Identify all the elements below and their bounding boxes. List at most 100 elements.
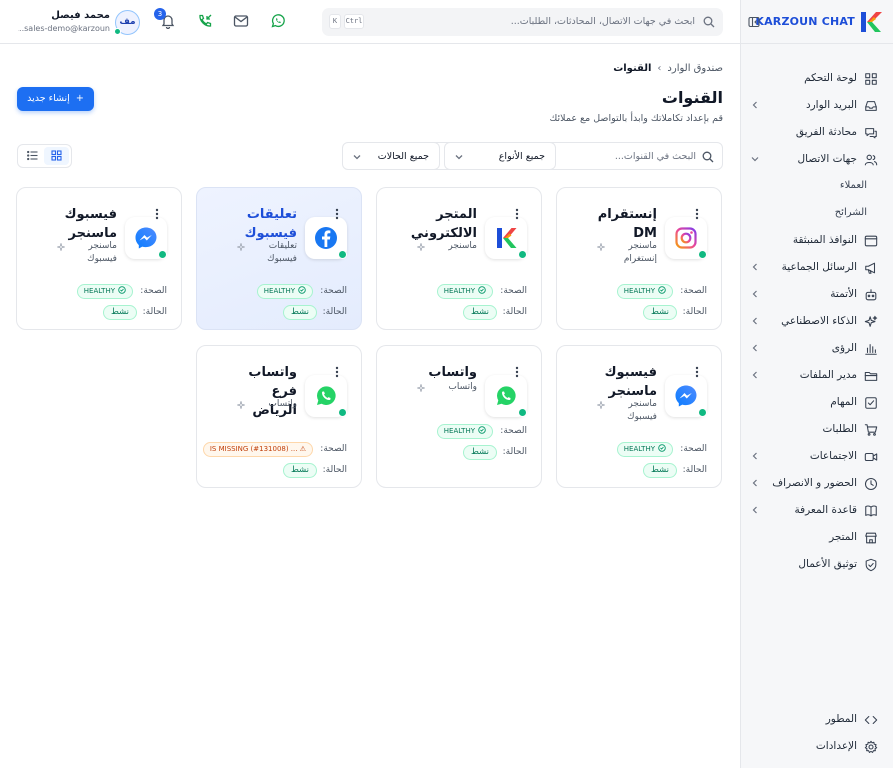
chevron-down-icon (455, 155, 463, 160)
channel-title: فيسبوك ماسنجر (64, 207, 117, 241)
sidebar-item[interactable]: توثيق الأعمال (740, 552, 893, 579)
channel-card[interactable]: فيسبوك ماسنجر ماسنجر فيسبوك الصحة: HEALT… (556, 345, 722, 488)
sidebar-item-label: الإعدادات (815, 740, 857, 752)
channel-card[interactable]: واتساب فرع الرياض واتساب الصحة: IS MISSI… (196, 345, 362, 488)
search-icon (703, 16, 715, 28)
settings-icon (864, 740, 878, 753)
sidebar-item-label: مدير الملفات (799, 369, 857, 381)
status-filter-select[interactable]: جميع الحالات (342, 142, 440, 170)
mail-icon[interactable] (233, 13, 249, 29)
sidebar-nav: لوحة التحكم البريد الوارد محادثة الفريق جها… (740, 66, 893, 579)
sidebar-item[interactable]: لوحة التحكم (740, 66, 893, 93)
chevron-left-icon (752, 371, 757, 379)
sidebar-item[interactable]: مدير الملفات (740, 363, 893, 390)
health-value: HEALTHY (263, 287, 295, 295)
sparkle-icon (597, 401, 605, 409)
sidebar-item[interactable]: النوافذ المنبثقة (740, 228, 893, 255)
type-filter-select[interactable]: جميع الأنواع (444, 142, 556, 170)
topbar: ابحث في جهات الاتصال، المحادثات، الطلبات… (0, 0, 740, 44)
sidebar-item[interactable]: الشرائح (740, 201, 893, 228)
sidebar-item[interactable]: الاجتماعات (740, 444, 893, 471)
sidebar-item[interactable]: المتجر (740, 525, 893, 552)
channel-card[interactable]: إنستقرام DM ماسنجر إنستغرام الصحة: HEALT… (556, 187, 722, 330)
more-vertical-icon[interactable] (511, 207, 523, 221)
channel-card[interactable]: فيسبوك ماسنجر ماسنجر فيسبوك الصحة: HEALT… (16, 187, 182, 330)
sidebar-collapse-icon[interactable] (748, 16, 760, 28)
sparkles-icon (864, 315, 878, 327)
create-new-button[interactable]: + إنشاء جديد (17, 87, 94, 111)
brand[interactable]: KARZOUN CHAT (748, 10, 883, 34)
sidebar-item-label: قاعدة المعرفة (794, 504, 857, 516)
channel-title: واتساب (428, 365, 477, 380)
channel-title: فيسبوك ماسنجر (604, 365, 657, 399)
grid-view-button[interactable] (44, 147, 69, 165)
phone-incoming-icon[interactable] (197, 13, 213, 29)
sidebar-item[interactable]: المهام (740, 390, 893, 417)
sparkle-icon (237, 401, 245, 409)
facebook-icon (315, 227, 337, 249)
instagram-icon (675, 227, 697, 249)
sidebar-item[interactable]: الذكاء الاصطناعي (740, 309, 893, 336)
more-vertical-icon[interactable] (691, 207, 703, 221)
more-vertical-icon[interactable] (151, 207, 163, 221)
channel-card[interactable]: تعليقات فيسبوك تعليقات فيسبوك الصحة: HEA… (196, 187, 362, 330)
sidebar-item[interactable]: جهات الاتصال (740, 147, 893, 174)
more-vertical-icon[interactable] (511, 365, 523, 379)
sidebar-item[interactable]: قاعدة المعرفة (740, 498, 893, 525)
channel-card[interactable]: المتجر الالكتروني ماسنجر الصحة: HEALTHY … (376, 187, 542, 330)
sidebar-item[interactable]: العملاء (740, 174, 893, 201)
brand-name: KARZOUN CHAT (755, 15, 855, 28)
list-view-button[interactable] (20, 147, 45, 165)
sidebar-item[interactable]: الحضور و الانصراف (740, 471, 893, 498)
bot-icon (865, 289, 877, 301)
sidebar-item[interactable]: الإعدادات (740, 734, 893, 761)
health-row: الصحة: HEALTHY (387, 284, 527, 300)
health-badge: HEALTHY (616, 442, 673, 457)
health-badge: HEALTHY (616, 284, 673, 299)
sidebar: KARZOUN CHAT لوحة التحكم البريد الوارد محا… (740, 0, 893, 768)
sidebar-item[interactable]: الرؤى (740, 336, 893, 363)
health-label: الصحة: (140, 286, 167, 296)
plus-icon: + (75, 93, 84, 104)
status-badge: نشط (462, 445, 497, 460)
online-status-dot (338, 408, 347, 417)
online-status-dot (114, 28, 121, 35)
more-vertical-icon[interactable] (331, 207, 343, 221)
channel-title: المتجر الالكتروني (410, 207, 477, 241)
global-search[interactable]: ابحث في جهات الاتصال، المحادثات، الطلبات… (322, 8, 723, 36)
chevron-down-icon (353, 155, 361, 160)
check-circle-icon (478, 426, 486, 434)
sidebar-item-label: النوافذ المنبثقة (792, 234, 857, 246)
health-row: الصحة: IS MISSING (#131008) ... ⚠ (202, 442, 347, 458)
channel-type: ماسنجر إنستغرام (582, 240, 657, 268)
channel-type: ماسنجر (402, 240, 477, 268)
sidebar-item-label: الذكاء الاصطناعي (781, 315, 857, 327)
chart-icon (865, 344, 877, 355)
channel-title: إنستقرام DM (597, 207, 657, 241)
health-row: الصحة: HEALTHY (567, 284, 707, 300)
cart-icon (864, 424, 878, 436)
sidebar-item[interactable]: المطور (740, 707, 893, 734)
sidebar-item[interactable]: البريد الوارد (740, 93, 893, 120)
clock-icon (864, 477, 878, 491)
more-vertical-icon[interactable] (331, 365, 343, 379)
channel-type-label: واتساب (448, 382, 477, 392)
channel-type-label: ماسنجر فيسبوك (627, 399, 657, 422)
health-value: HEALTHY (623, 287, 655, 295)
status-badge: نشط (102, 305, 137, 320)
task-icon (865, 397, 877, 409)
megaphone-icon (865, 262, 876, 274)
health-row: الصحة: HEALTHY (207, 284, 347, 300)
channel-card[interactable]: واتساب واتساب الصحة: HEALTHY الحالة: نشط (376, 345, 542, 488)
status-row: الحالة: نشط (207, 463, 347, 479)
sidebar-item[interactable]: الأتمتة (740, 282, 893, 309)
status-row: الحالة: نشط (387, 305, 527, 321)
health-label: الصحة: (680, 286, 707, 296)
sidebar-item[interactable]: الرسائل الجماعية (740, 255, 893, 282)
whatsapp-icon[interactable] (270, 13, 286, 29)
breadcrumb-inbox[interactable]: صندوق الوارد (667, 63, 723, 74)
more-vertical-icon[interactable] (691, 365, 703, 379)
sidebar-item[interactable]: محادثة الفريق (740, 120, 893, 147)
sidebar-item[interactable]: الطلبات (740, 417, 893, 444)
status-label: الحالة: (682, 307, 707, 317)
